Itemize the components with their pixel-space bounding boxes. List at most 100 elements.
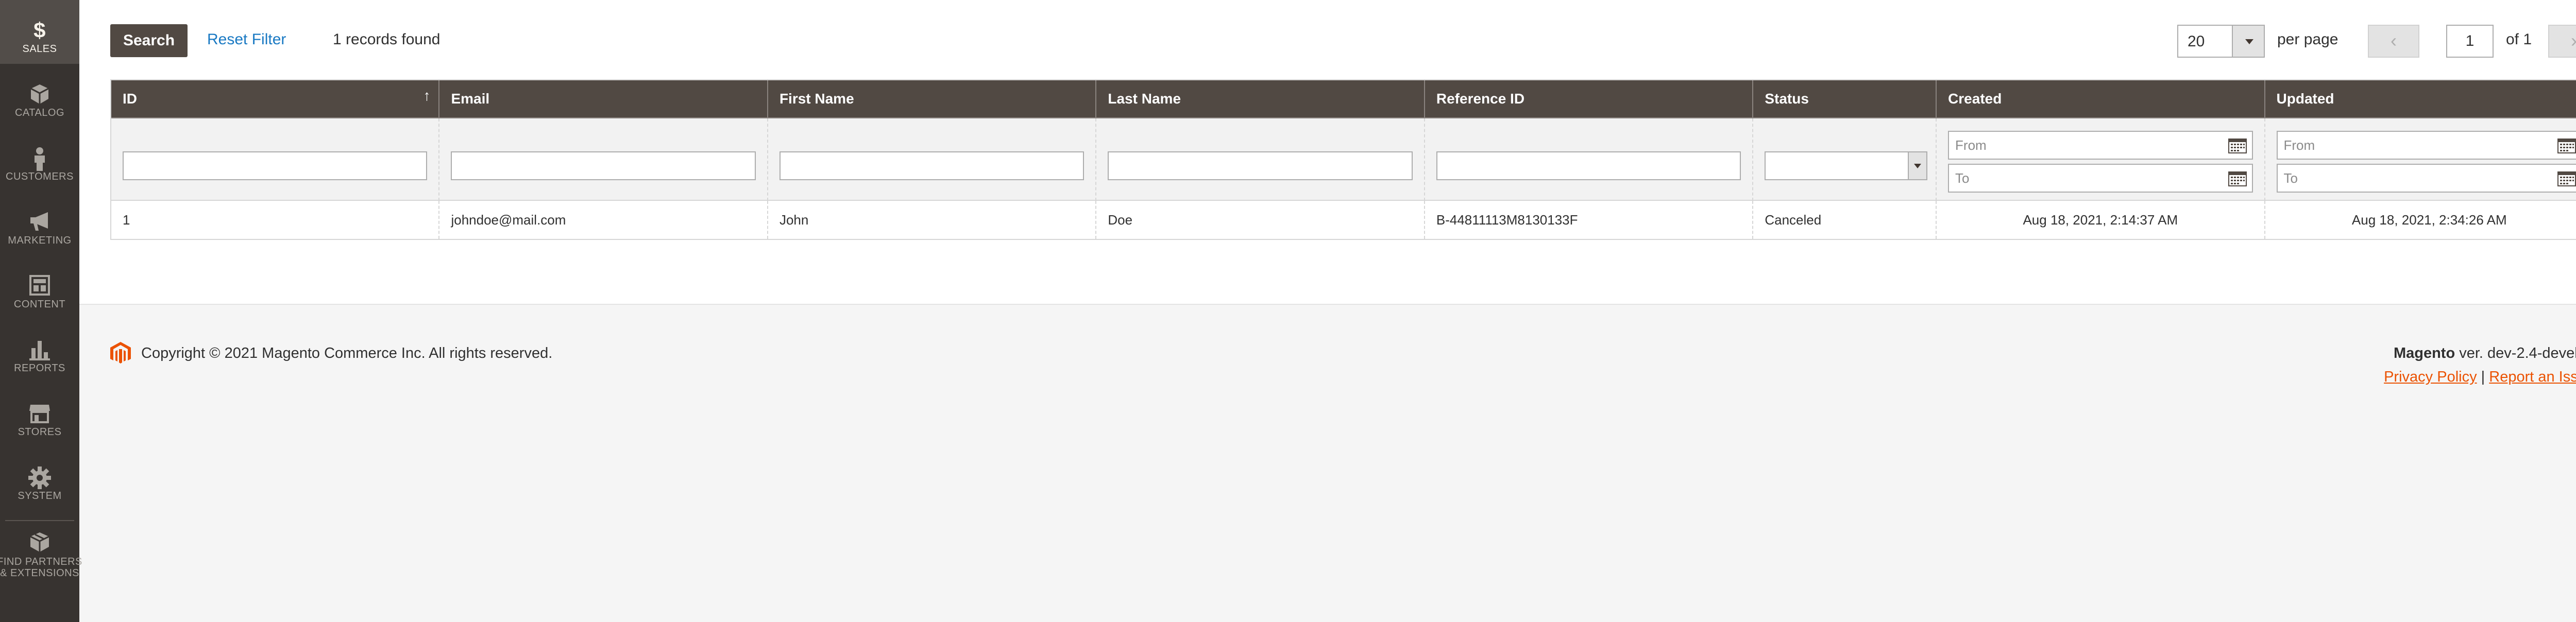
storefront-icon: [0, 403, 79, 424]
boxes-icon: [0, 531, 79, 553]
megaphone-icon: [0, 211, 79, 233]
sidebar-item-label: MARKETING: [8, 235, 72, 246]
filter-last-name-input[interactable]: [1108, 151, 1413, 180]
chevron-left-icon: ‹: [2391, 30, 2397, 51]
per-page-label: per page: [2277, 31, 2338, 48]
gear-icon: [0, 466, 79, 489]
created-from-input[interactable]: From: [1948, 131, 2253, 160]
filter-cell-status: [1753, 118, 1937, 201]
admin-sidebar: $ SALES CATALOG CUSTOMERS MARKETING CONT…: [0, 0, 82, 622]
cell-email: johndoe@mail.com: [439, 201, 768, 239]
sidebar-item-label: REPORTS: [14, 362, 65, 374]
reset-filter-link[interactable]: Reset Filter: [207, 31, 286, 48]
column-header-created[interactable]: Created: [1937, 80, 2265, 118]
sidebar-item-label: CUSTOMERS: [6, 171, 74, 182]
magento-logo-icon: [110, 342, 131, 364]
filter-cell-email: [439, 118, 768, 201]
sidebar-item-label: STORES: [18, 426, 62, 438]
sidebar-item-content[interactable]: CONTENT: [0, 255, 79, 319]
calendar-icon[interactable]: [2228, 170, 2247, 186]
copyright-text: Copyright © 2021 Magento Commerce Inc. A…: [141, 345, 553, 361]
created-from-placeholder: From: [1955, 137, 1987, 153]
calendar-icon[interactable]: [2557, 170, 2576, 186]
updated-to-input[interactable]: To: [2276, 164, 2576, 193]
column-header-email[interactable]: Email: [439, 80, 768, 118]
sidebar-item-reports[interactable]: REPORTS: [0, 319, 79, 383]
sidebar-item-find-partners[interactable]: FIND PARTNERS & EXTENSIONS: [0, 515, 82, 592]
calendar-icon[interactable]: [2228, 137, 2247, 153]
column-header-updated[interactable]: Updated: [2265, 80, 2576, 118]
sidebar-item-system[interactable]: SYSTEM: [0, 447, 79, 511]
sort-arrow-icon: ↑: [423, 88, 431, 103]
per-page-value: 20: [2188, 33, 2205, 50]
updated-to-placeholder: To: [2283, 170, 2298, 186]
sidebar-item-label: CATALOG: [14, 107, 65, 118]
sidebar-item-label-line2: & EXTENSIONS: [0, 567, 79, 579]
version-info: Magento ver. dev-2.4-develop: [2394, 345, 2576, 362]
chevron-right-icon: ›: [2571, 30, 2576, 51]
sidebar-item-label: FIND PARTNERS & EXTENSIONS: [0, 556, 84, 579]
chevron-down-icon[interactable]: [2232, 26, 2264, 57]
footer-links: Privacy Policy | Report an Issue: [2384, 369, 2576, 386]
chevron-down-icon[interactable]: [1908, 152, 1927, 179]
sidebar-item-sales[interactable]: $ SALES: [0, 0, 79, 64]
box-icon: [0, 83, 79, 105]
created-to-input[interactable]: To: [1948, 164, 2253, 193]
cell-updated: Aug 18, 2021, 2:34:26 AM: [2351, 212, 2507, 228]
sidebar-item-label: SYSTEM: [18, 490, 62, 502]
per-page-select[interactable]: 20: [2177, 25, 2265, 58]
sidebar-item-label: SALES: [22, 43, 57, 55]
column-header-status[interactable]: Status: [1753, 80, 1937, 118]
page-total: of 1: [2506, 31, 2532, 48]
sidebar-item-label: CONTENT: [13, 299, 66, 310]
grid-filter-row: From To From To: [111, 118, 2576, 201]
search-button[interactable]: Search: [110, 24, 188, 57]
records-count: 1 records found: [333, 31, 440, 48]
filter-id-input[interactable]: [123, 151, 428, 180]
sidebar-item-catalog[interactable]: CATALOG: [0, 64, 79, 128]
column-header-first-name[interactable]: First Name: [768, 80, 1097, 118]
updated-from-input[interactable]: From: [2276, 131, 2576, 160]
created-to-placeholder: To: [1955, 170, 1970, 186]
filter-reference-id-input[interactable]: [1436, 151, 1741, 180]
layout-icon: [0, 275, 79, 297]
footer-link-separator: |: [2481, 369, 2485, 385]
table-row[interactable]: 1 johndoe@mail.com John Doe B-44811113M8…: [111, 201, 2576, 239]
updated-from-placeholder: From: [2283, 137, 2315, 153]
sidebar-item-stores[interactable]: STORES: [0, 383, 79, 447]
filter-first-name-input[interactable]: [779, 151, 1084, 180]
dollar-icon: $: [33, 18, 46, 42]
filter-status-select[interactable]: [1765, 151, 1928, 180]
filter-cell-id: [111, 118, 440, 201]
data-grid: ID ↑ Email First Name Last Name Referenc…: [110, 79, 2576, 240]
privacy-policy-link[interactable]: Privacy Policy: [2384, 369, 2477, 385]
version-text: ver. dev-2.4-develop: [2459, 345, 2576, 361]
column-header-reference-id[interactable]: Reference ID: [1425, 80, 1754, 118]
column-header-last-name[interactable]: Last Name: [1096, 80, 1425, 118]
cell-first-name: John: [768, 201, 1097, 239]
filter-cell-first-name: [768, 118, 1097, 201]
cell-status: Canceled: [1753, 201, 1937, 239]
calendar-icon[interactable]: [2557, 137, 2576, 153]
column-header-id[interactable]: ID ↑: [111, 80, 440, 118]
sidebar-item-marketing[interactable]: MARKETING: [0, 192, 79, 255]
next-page-button[interactable]: ›: [2548, 25, 2576, 58]
person-icon: [0, 147, 79, 171]
grid-header-row: ID ↑ Email First Name Last Name Referenc…: [111, 80, 2576, 118]
filter-email-input[interactable]: [451, 151, 756, 180]
column-header-label: ID: [123, 91, 137, 107]
page-number-input[interactable]: [2446, 25, 2494, 58]
brand-name: Magento: [2393, 345, 2455, 361]
cell-id: 1: [111, 201, 440, 239]
cell-reference-id: B-44811113M8130133F: [1425, 201, 1754, 239]
admin-page: $ SALES CATALOG CUSTOMERS MARKETING CONT…: [0, 0, 2576, 622]
previous-page-button[interactable]: ‹: [2368, 25, 2419, 58]
cell-created: Aug 18, 2021, 2:14:37 AM: [1937, 201, 2265, 239]
sidebar-item-customers[interactable]: CUSTOMERS: [0, 128, 79, 192]
bar-chart-icon: [0, 339, 79, 360]
filter-cell-updated: From To: [2265, 118, 2576, 201]
cell-last-name: Doe: [1096, 201, 1425, 239]
filter-cell-created: From To: [1937, 118, 2265, 201]
filter-cell-last-name: [1096, 118, 1425, 201]
report-issue-link[interactable]: Report an Issue: [2489, 369, 2576, 385]
